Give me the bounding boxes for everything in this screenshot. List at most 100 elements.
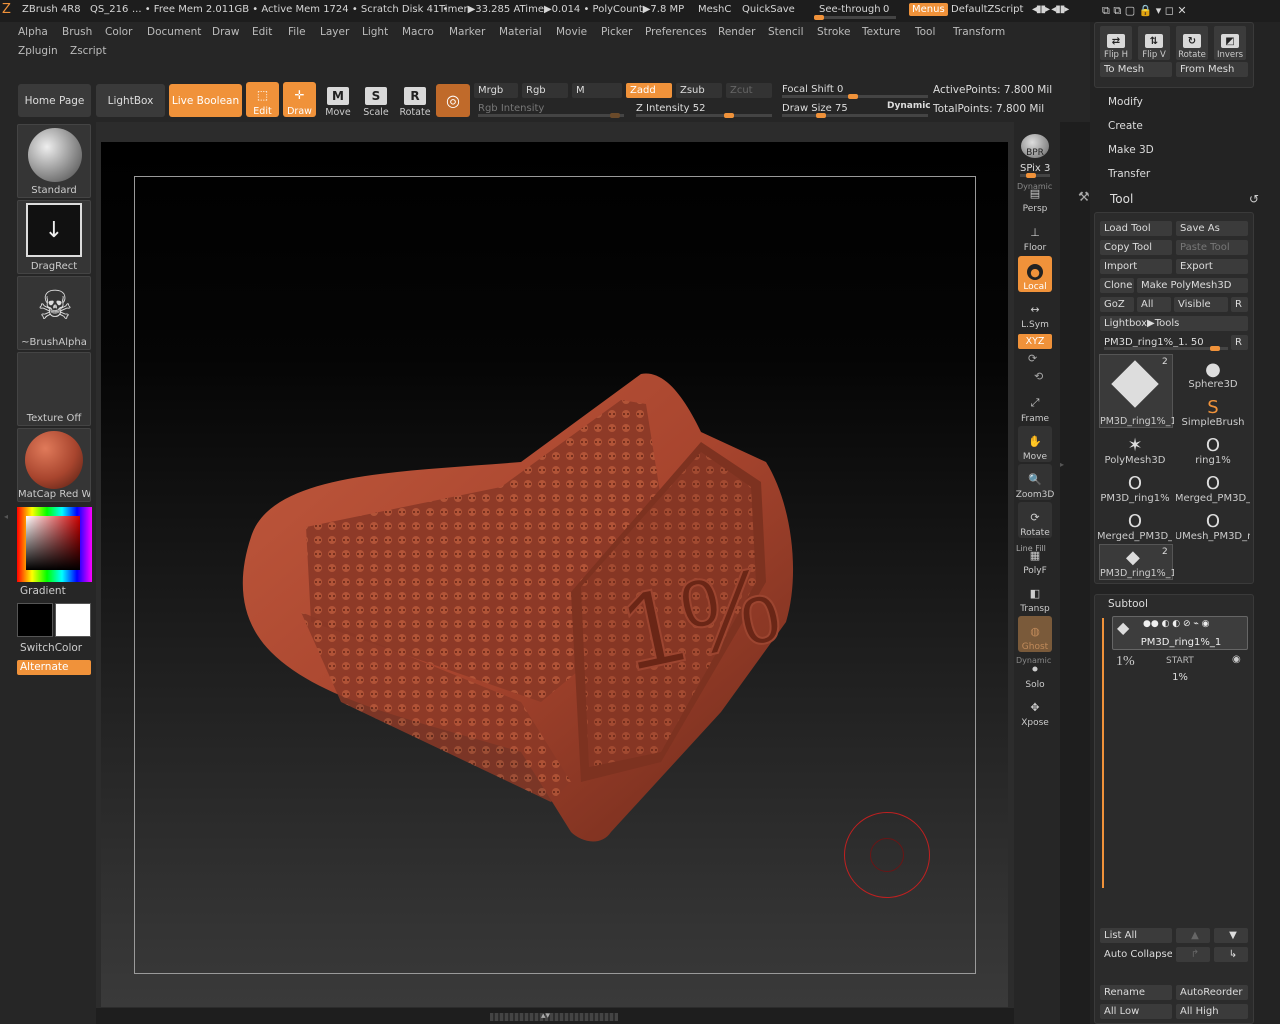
clone-button[interactable]: Clone (1100, 278, 1134, 293)
menu-light[interactable]: Light (362, 26, 388, 38)
left-tray-arrow-icon[interactable]: ◂ (4, 512, 10, 524)
menu-texture[interactable]: Texture (862, 26, 900, 38)
subtool-eye-icon[interactable]: ◉ (1232, 654, 1241, 665)
ui-arrows-icon[interactable]: ◂▮▮▸ ◂▮▮▸ (1032, 4, 1069, 15)
menu-macro[interactable]: Macro (402, 26, 434, 38)
move-up-icon[interactable]: ▲ (1176, 928, 1210, 943)
material-sphere-icon[interactable]: ◎ (436, 84, 470, 117)
goz-button[interactable]: GoZ (1100, 297, 1134, 312)
main-color-swatch[interactable] (17, 603, 53, 637)
tool-palette-title[interactable]: Tool (1110, 192, 1133, 206)
subtool-scrollbar[interactable] (1102, 618, 1104, 888)
load-tool-button[interactable]: Load Tool (1100, 221, 1172, 236)
arrow-right-icon[interactable]: ↱ (1176, 947, 1210, 962)
live-boolean-button[interactable]: Live Boolean (169, 84, 242, 117)
bottom-tray-arrows-icon[interactable]: ▴▾ (541, 1011, 565, 1021)
lsym-button[interactable]: ↔ L.Sym (1018, 294, 1052, 331)
menu-tool[interactable]: Tool (915, 26, 935, 38)
zsub-button[interactable]: Zsub (676, 83, 722, 98)
home-page-button[interactable]: Home Page (18, 84, 91, 117)
reset-palette-icon[interactable]: ↺ (1249, 192, 1259, 206)
move-button[interactable]: M Move (320, 80, 356, 118)
solo-button[interactable]: ⚫ Solo (1018, 654, 1052, 691)
subtool-title[interactable]: Subtool (1108, 598, 1148, 610)
menu-document[interactable]: Document (147, 26, 201, 38)
quicksave-button[interactable]: QuickSave (742, 4, 795, 15)
subtool-item[interactable]: 1% START ◉ 1% (1112, 652, 1248, 686)
polyf-button[interactable]: ▦ PolyF (1018, 540, 1052, 577)
menu-zscript[interactable]: Zscript (70, 45, 106, 57)
menu-draw[interactable]: Draw (212, 26, 239, 38)
tool-merged-pm3d-1[interactable]: O Merged_PM3D_ (1176, 468, 1250, 505)
zoom3d-button[interactable]: 🔍 Zoom3D (1016, 464, 1054, 500)
subtool-item-active[interactable]: ◆ ●● ◐ ◐ ⊘ ⌁ ◉ PM3D_ring1%_1 (1112, 616, 1248, 650)
save-as-button[interactable]: Save As (1176, 221, 1248, 236)
spix-slider[interactable] (1020, 173, 1050, 178)
z-intensity-slider[interactable] (636, 113, 772, 118)
menu-transform[interactable]: Transform (953, 26, 1005, 38)
from-mesh-button[interactable]: From Mesh (1176, 62, 1248, 77)
frame-button[interactable]: ⤢ Frame (1018, 388, 1052, 424)
ghost-button[interactable]: ◍ Ghost (1018, 616, 1052, 652)
invers-button[interactable]: ◩ Invers (1214, 26, 1246, 60)
move-view-button[interactable]: ✋ Move (1018, 426, 1052, 462)
tool-pm3d-ring1-1[interactable]: ◆ 2 PM3D_ring1%_1 (1099, 544, 1174, 580)
arrow-down-right-icon[interactable]: ↳ (1214, 947, 1248, 962)
tool-r-button[interactable]: R (1231, 335, 1248, 350)
flip-h-button[interactable]: ⇄ Flip H (1100, 26, 1132, 60)
tool-sphere3d[interactable]: ● Sphere3D (1176, 354, 1250, 391)
mrgb-button[interactable]: Mrgb (474, 83, 518, 98)
secondary-color-swatch[interactable] (55, 603, 91, 637)
goz-all-button[interactable]: All (1137, 297, 1171, 312)
stroke-selector[interactable]: ↓ DragRect (17, 200, 91, 274)
modify-subpalette[interactable]: Modify (1108, 96, 1143, 108)
local-button[interactable]: ● Local (1018, 256, 1052, 292)
all-low-button[interactable]: All Low (1100, 1004, 1172, 1019)
brush-selector[interactable]: Standard (17, 124, 91, 198)
zadd-button[interactable]: Zadd (626, 83, 672, 98)
menu-movie[interactable]: Movie (556, 26, 587, 38)
tool-pm3d-ring1[interactable]: O PM3D_ring1% (1098, 468, 1172, 505)
focal-shift-slider[interactable] (782, 94, 928, 99)
floor-button[interactable]: ⊥ Floor (1018, 217, 1052, 254)
draw-size-slider[interactable] (782, 113, 928, 118)
rotate-y-icon[interactable]: ⟳ (1028, 352, 1037, 365)
persp-button[interactable]: ▤ Persp (1018, 178, 1052, 215)
default-script[interactable]: DefaultZScript (951, 4, 1023, 15)
tool-umesh-pm3d[interactable]: O UMesh_PM3D_r (1176, 506, 1250, 543)
menu-file[interactable]: File (288, 26, 306, 38)
import-button[interactable]: Import (1100, 259, 1172, 274)
auto-collapse-button[interactable]: Auto Collapse (1100, 947, 1172, 962)
draw-button[interactable]: ✛ Draw (283, 82, 316, 117)
menu-zplugin[interactable]: Zplugin (18, 45, 58, 57)
m-button[interactable]: M (572, 83, 622, 98)
tool-simplebrush[interactable]: S SimpleBrush (1176, 392, 1250, 429)
goz-visible-button[interactable]: Visible (1174, 297, 1228, 312)
auto-reorder-button[interactable]: AutoReorder (1176, 985, 1248, 1000)
to-mesh-button[interactable]: To Mesh (1100, 62, 1172, 77)
alternate-button[interactable]: Alternate (17, 660, 91, 675)
gradient-label[interactable]: Gradient (20, 585, 66, 597)
lightbox-tools-button[interactable]: Lightbox▶Tools (1100, 316, 1248, 331)
edit-button[interactable]: ⬚ Edit (246, 82, 279, 117)
color-picker[interactable] (17, 507, 92, 582)
xyz-button[interactable]: XYZ (1018, 334, 1052, 349)
create-subpalette[interactable]: Create (1108, 120, 1143, 132)
menu-alpha[interactable]: Alpha (18, 26, 48, 38)
copy-tool-button[interactable]: Copy Tool (1100, 240, 1172, 255)
rotate-button[interactable]: R Rotate (397, 80, 433, 118)
goz-r-button[interactable]: R (1231, 297, 1248, 312)
rgb-intensity-slider[interactable] (478, 113, 624, 118)
rotate-z-icon[interactable]: ⟲ (1034, 370, 1043, 383)
transp-button[interactable]: ◧ Transp (1018, 578, 1052, 615)
xpose-button[interactable]: ✥ Xpose (1018, 692, 1052, 729)
lightbox-button[interactable]: LightBox (96, 84, 165, 117)
flip-v-button[interactable]: ⇅ Flip V (1138, 26, 1170, 60)
menu-picker[interactable]: Picker (601, 26, 632, 38)
menu-stroke[interactable]: Stroke (817, 26, 850, 38)
bpr-button[interactable]: BPR (1018, 126, 1052, 160)
zcut-button[interactable]: Zcut (726, 83, 772, 98)
switch-color-button[interactable]: SwitchColor (20, 642, 82, 654)
paste-tool-button[interactable]: Paste Tool (1176, 240, 1248, 255)
tool-thumb-current[interactable]: 2 PM3D_ring1%_1 (1099, 354, 1174, 428)
